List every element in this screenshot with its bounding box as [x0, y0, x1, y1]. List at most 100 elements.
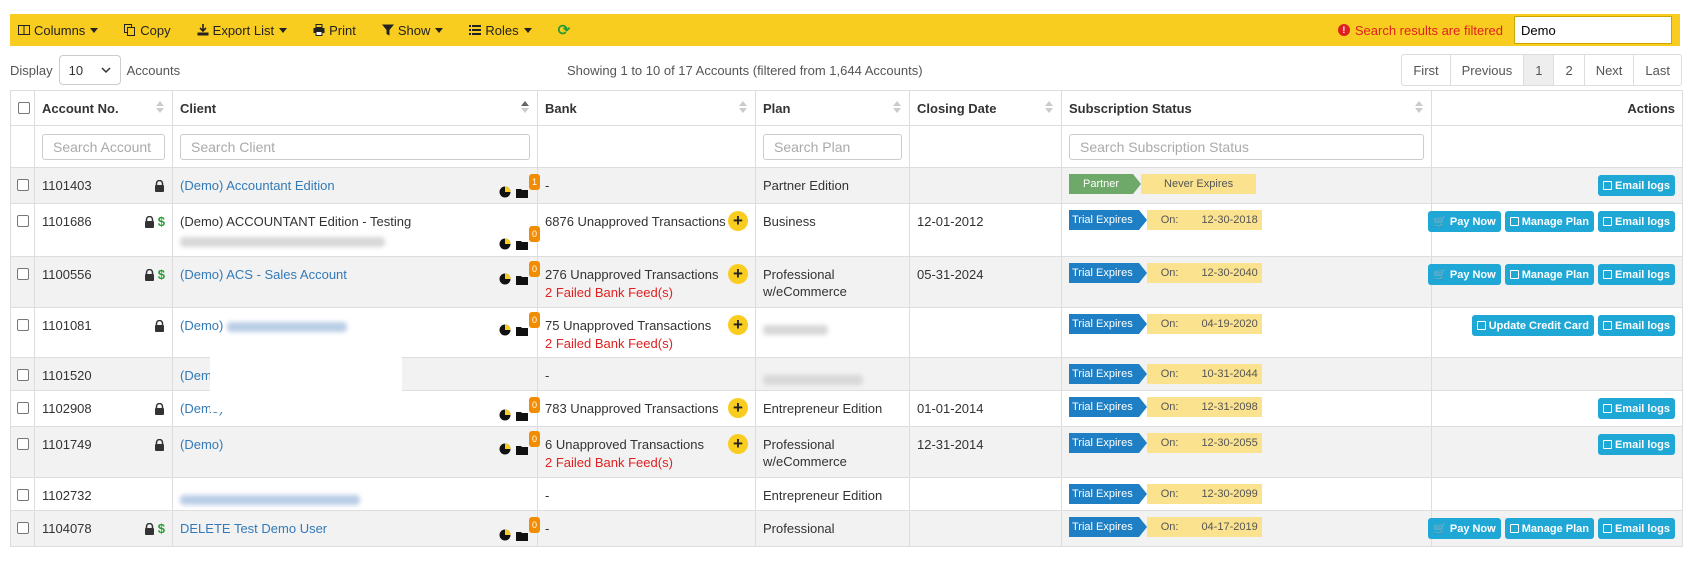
pay-now-button[interactable]: 🛒 Pay Now: [1428, 264, 1501, 285]
header-closing[interactable]: Closing Date: [909, 90, 1062, 126]
on-label: On:: [1160, 437, 1179, 449]
add-icon[interactable]: +: [728, 315, 748, 335]
page-first[interactable]: First: [1402, 55, 1449, 85]
email-icon: [1602, 524, 1612, 533]
manage-plan-label: Manage Plan: [1521, 215, 1589, 228]
document-count-badge: 0: [529, 431, 540, 447]
roles-label: Roles: [485, 22, 519, 38]
page-1[interactable]: 1: [1523, 55, 1554, 85]
folder-open-icon[interactable]: 0: [516, 517, 540, 541]
page-last[interactable]: Last: [1633, 55, 1681, 85]
export-list-button[interactable]: Export List: [197, 23, 288, 38]
closing-date: [917, 168, 1054, 177]
header-plan[interactable]: Plan: [755, 90, 910, 126]
failed-feeds[interactable]: 2 Failed Bank Feed(s): [545, 284, 748, 301]
pie-chart-icon[interactable]: [499, 186, 511, 198]
manage-plan-button[interactable]: Manage Plan: [1504, 518, 1594, 539]
folder-open-icon[interactable]: 0: [516, 261, 540, 285]
row-checkbox[interactable]: [16, 402, 29, 414]
folder-open-icon[interactable]: 0: [516, 431, 540, 455]
email-logs-button[interactable]: Email logs: [1597, 315, 1675, 336]
row-checkbox[interactable]: [16, 489, 29, 501]
page-previous[interactable]: Previous: [1449, 55, 1524, 85]
table-row[interactable]: 1102732 - Entrepreneur Edition Trial Exp…: [10, 477, 1683, 511]
row-select-cell: [10, 167, 35, 204]
status-expiry: On: 12-30-2099: [1146, 484, 1262, 504]
folder-open-icon[interactable]: 0: [516, 226, 540, 250]
row-select-cell: [10, 307, 35, 358]
closing-cell: 12-01-2012: [909, 203, 1062, 257]
page-next[interactable]: Next: [1583, 55, 1634, 85]
email-logs-button[interactable]: Email logs: [1597, 518, 1675, 539]
header-client[interactable]: Client: [172, 90, 538, 126]
header-bank[interactable]: Bank: [537, 90, 756, 126]
pie-chart-icon[interactable]: [499, 324, 511, 336]
row-checkbox[interactable]: [16, 438, 29, 450]
columns-button[interactable]: Columns: [18, 23, 99, 38]
client-link[interactable]: DELETE Test Demo User: [180, 521, 327, 536]
folder-open-icon[interactable]: 0: [516, 397, 540, 421]
pie-chart-icon[interactable]: [499, 238, 511, 250]
table-row[interactable]: 1101749 (Demo) 0 6 Unapproved Transactio…: [10, 426, 1683, 478]
pay-now-button[interactable]: 🛒 Pay Now: [1428, 518, 1501, 539]
pie-chart-icon[interactable]: [499, 443, 511, 455]
bank-value: 75 Unapproved Transactions: [545, 318, 712, 333]
folder-open-icon[interactable]: 1: [516, 174, 540, 198]
status-search-input[interactable]: Search Subscription Status: [1069, 133, 1424, 160]
show-button[interactable]: Show: [381, 23, 444, 38]
client-link[interactable]: (Demo) Accountant Edition: [180, 178, 335, 193]
email-logs-button[interactable]: Email logs: [1597, 211, 1675, 232]
update-credit-card-button[interactable]: Update Credit Card: [1471, 315, 1594, 336]
header-status[interactable]: Subscription Status: [1061, 90, 1432, 126]
row-checkbox[interactable]: [16, 522, 29, 534]
print-button[interactable]: Print: [313, 23, 356, 38]
table-row[interactable]: 1100556 $ (Demo) ACS - Sales Account 0 27…: [10, 256, 1683, 308]
table-row[interactable]: 1101403 (Demo) Accountant Edition 1 - Pa…: [10, 167, 1683, 204]
email-logs-button[interactable]: Email logs: [1597, 175, 1675, 196]
header-account[interactable]: Account No.: [34, 90, 173, 126]
account-number: 1101749: [42, 437, 92, 452]
pie-chart-icon[interactable]: [499, 409, 511, 421]
plan-search-input[interactable]: Search Plan: [763, 133, 902, 160]
email-logs-button[interactable]: Email logs: [1597, 434, 1675, 455]
client-cell: (Demo) 0: [172, 426, 540, 478]
manage-plan-button[interactable]: Manage Plan: [1504, 211, 1594, 232]
account-search-input[interactable]: Search Account: [42, 133, 165, 160]
pay-now-button[interactable]: 🛒 Pay Now: [1428, 211, 1501, 232]
select-all-checkbox[interactable]: [18, 102, 30, 114]
email-logs-button[interactable]: Email logs: [1597, 264, 1675, 285]
header-plan-label: Plan: [763, 100, 791, 116]
pay-now-label: Pay Now: [1449, 268, 1496, 281]
row-checkbox[interactable]: [16, 179, 29, 191]
refresh-button[interactable]: ⟳: [558, 21, 571, 39]
folder-open-icon[interactable]: 0: [516, 312, 540, 336]
bank-cell: 276 Unapproved Transactions +2 Failed Ban…: [537, 256, 756, 308]
client-search-input[interactable]: Search Client: [180, 133, 530, 160]
page-size-select[interactable]: 10: [58, 55, 121, 85]
global-search-input[interactable]: [1514, 16, 1672, 44]
client-link[interactable]: (Demo): [180, 437, 223, 452]
add-icon[interactable]: +: [728, 434, 748, 454]
client-link[interactable]: (Demo) ACS - Sales Account: [180, 267, 347, 282]
row-checkbox[interactable]: [16, 268, 29, 280]
table-row[interactable]: 1104078 $ DELETE Test Demo User 0 - Profe…: [10, 510, 1683, 547]
add-icon[interactable]: +: [728, 211, 748, 231]
failed-feeds[interactable]: 2 Failed Bank Feed(s): [545, 335, 748, 352]
add-icon[interactable]: +: [728, 264, 748, 284]
manage-plan-button[interactable]: Manage Plan: [1504, 264, 1594, 285]
page-2[interactable]: 2: [1553, 55, 1583, 85]
row-checkbox[interactable]: [16, 319, 29, 331]
pie-chart-icon[interactable]: [499, 529, 511, 541]
table-row[interactable]: 1101686 $ (Demo) ACCOUNTANT Edition - Tes…: [10, 203, 1683, 257]
email-logs-button[interactable]: Email logs: [1597, 398, 1675, 419]
row-checkbox[interactable]: [16, 215, 29, 227]
client-cell: (Demo) ACS - Sales Account 0: [172, 256, 540, 308]
copy-button[interactable]: Copy: [124, 23, 171, 38]
pie-chart-icon[interactable]: [499, 273, 511, 285]
add-icon[interactable]: +: [728, 398, 748, 418]
client-link[interactable]: (Demo): [180, 318, 223, 333]
caret-icon: [523, 27, 532, 33]
row-checkbox[interactable]: [16, 369, 29, 381]
roles-button[interactable]: Roles: [469, 22, 532, 38]
failed-feeds[interactable]: 2 Failed Bank Feed(s): [545, 454, 748, 471]
